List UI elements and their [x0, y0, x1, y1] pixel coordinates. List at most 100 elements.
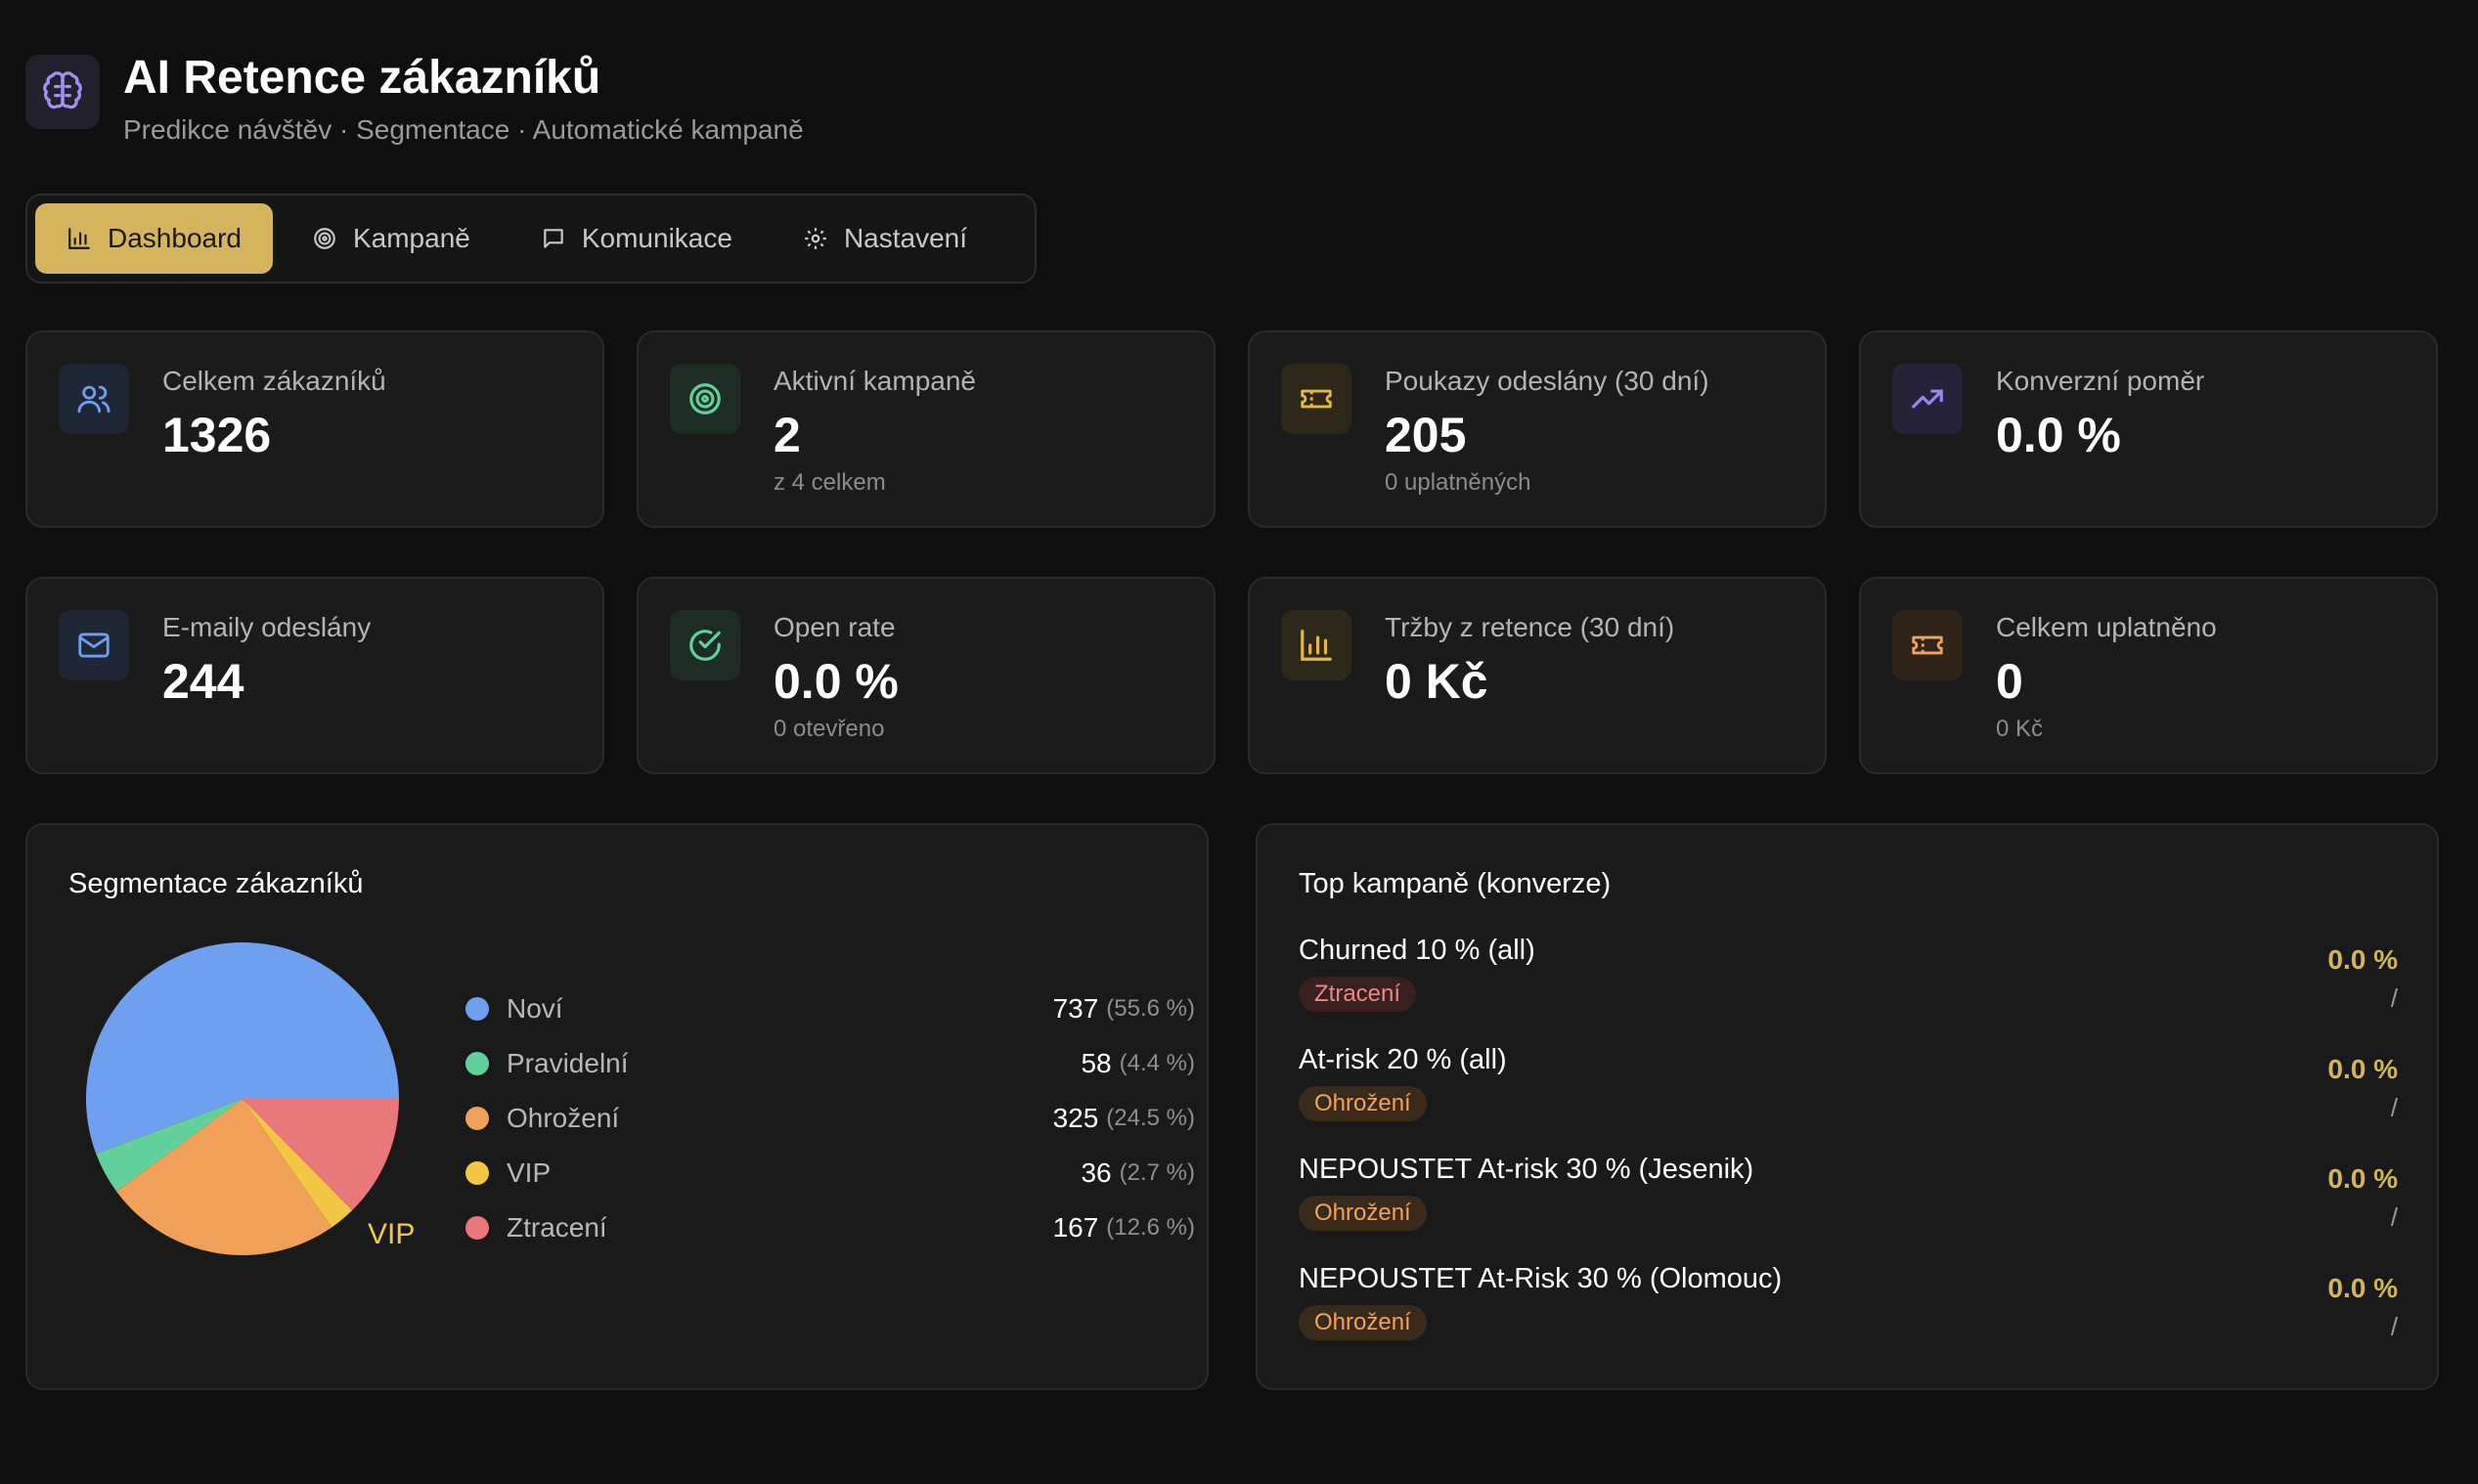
legend-percent: (55.6 %): [1106, 995, 1195, 1022]
stat-card-conversion: Konverzní poměr 0.0 %: [1859, 330, 2438, 528]
campaign-rate: 0.0 %: [2327, 1054, 2398, 1084]
app-header: AI Retence zákazníků Predikce návštěv · …: [25, 51, 804, 147]
legend-count: 325: [1052, 1103, 1099, 1133]
legend-count: 36: [1081, 1157, 1112, 1188]
legend-item: Noví 737 (55.6 %): [465, 982, 1195, 1036]
legend-percent: (2.7 %): [1119, 1159, 1195, 1186]
tab-nastaveni[interactable]: Nastavení: [772, 203, 998, 274]
tab-kampane-label: Kampaně: [352, 223, 470, 253]
segment-badge: Ohrožení: [1299, 1305, 1427, 1340]
stat-value: 0.0 %: [1996, 408, 2121, 462]
gear-icon: [805, 228, 826, 249]
stat-value: 2: [774, 408, 801, 462]
ticket-icon: [1281, 364, 1351, 434]
bar-chart-icon: [1281, 610, 1351, 680]
stat-value: 0 Kč: [1385, 654, 1488, 709]
campaign-rate: 0.0 %: [2327, 1273, 2398, 1303]
stat-sub: 0 Kč: [1996, 716, 2044, 742]
stat-value: 0: [1996, 654, 2023, 709]
campaign-rate: 0.0 %: [2327, 1163, 2398, 1194]
stat-label: Celkem uplatněno: [1996, 612, 2217, 642]
legend-dot: [465, 997, 489, 1021]
legend-dot: [465, 1161, 489, 1185]
tab-bar: Dashboard Kampaně Komunikace Nastavení: [25, 194, 1037, 284]
ticket-icon: [1892, 610, 1963, 680]
tab-dashboard-label: Dashboard: [108, 223, 242, 253]
stat-label: Celkem zákazníků: [162, 366, 386, 396]
message-icon: [544, 229, 563, 248]
legend-percent: (12.6 %): [1106, 1214, 1195, 1241]
legend-label: Ztracení: [507, 1212, 607, 1243]
stat-card-customers: Celkem zákazníků 1326: [25, 330, 604, 528]
campaign-row[interactable]: Churned 10 % (all) Ztracení 0.0 % /: [1299, 935, 2398, 1044]
campaign-ratio: /: [2390, 1202, 2398, 1232]
legend-item: Pravidelní 58 (4.4 %): [465, 1036, 1195, 1091]
legend-count: 737: [1052, 993, 1099, 1024]
segment-badge: Ztracení: [1299, 977, 1417, 1012]
legend-label: Pravidelní: [507, 1048, 629, 1078]
panel-title: Top kampaně (konverze): [1299, 868, 1612, 899]
tab-nastaveni-label: Nastavení: [843, 223, 968, 253]
mail-icon: [59, 610, 129, 680]
stat-value: 205: [1385, 408, 1467, 462]
campaign-ratio: /: [2390, 1312, 2398, 1341]
legend-dot: [465, 1216, 489, 1240]
page-subtitle: Predikce návštěv · Segmentace · Automati…: [123, 114, 804, 145]
campaign-row[interactable]: NEPOUSTET At-Risk 30 % (Olomouc) Ohrožen…: [1299, 1263, 2398, 1373]
campaign-name: At-risk 20 % (all): [1299, 1044, 1507, 1075]
campaign-ratio: /: [2390, 1093, 2398, 1122]
page-title: AI Retence zákazníků: [123, 52, 601, 104]
tab-dashboard[interactable]: Dashboard: [35, 203, 273, 274]
stat-label: Poukazy odeslány (30 dní): [1385, 366, 1709, 396]
stat-value: 0.0 %: [774, 654, 899, 709]
campaign-ratio: /: [2390, 983, 2398, 1013]
bar-chart-icon: [68, 228, 90, 249]
legend-dot: [465, 1052, 489, 1075]
check-circle-icon: [670, 610, 740, 680]
panel-title: Segmentace zákazníků: [68, 868, 364, 899]
legend-count: 167: [1052, 1212, 1099, 1243]
stat-value: 1326: [162, 408, 272, 462]
stat-sub: 0 otevřeno: [774, 716, 885, 742]
users-icon: [59, 364, 129, 434]
campaign-row[interactable]: NEPOUSTET At-risk 30 % (Jesenik) Ohrožen…: [1299, 1154, 2398, 1263]
campaign-name: Churned 10 % (all): [1299, 935, 1535, 966]
stat-label: Open rate: [774, 612, 896, 642]
legend-percent: (24.5 %): [1106, 1105, 1195, 1131]
legend-item: Ohrožení 325 (24.5 %): [465, 1091, 1195, 1146]
tab-kampane[interactable]: Kampaně: [281, 203, 502, 274]
campaign-name: NEPOUSTET At-Risk 30 % (Olomouc): [1299, 1263, 1783, 1294]
stat-label: Tržby z retence (30 dní): [1385, 612, 1675, 642]
stat-card-vouchers: Poukazy odeslány (30 dní) 205 0 uplatněn…: [1248, 330, 1827, 528]
campaign-rate: 0.0 %: [2327, 944, 2398, 975]
segment-legend: Noví 737 (55.6 %) Pravidelní 58 (4.4 %) Ohrože…: [465, 982, 1195, 1255]
stat-label: E-maily odeslány: [162, 612, 372, 642]
target-icon: [314, 228, 335, 249]
segmentation-panel: Segmentace zákazníků VIP Noví 737 (55.6 %)…: [25, 823, 1209, 1390]
pie-chart: VIP: [86, 942, 415, 1255]
brain-icon: [25, 55, 100, 129]
stat-label: Aktivní kampaně: [774, 366, 976, 396]
campaign-row[interactable]: At-risk 20 % (all) Ohrožení 0.0 % /: [1299, 1044, 2398, 1154]
legend-label: VIP: [507, 1157, 552, 1188]
campaign-name: NEPOUSTET At-risk 30 % (Jesenik): [1299, 1154, 1754, 1185]
stat-sub: z 4 celkem: [774, 469, 886, 496]
stat-card-revenue: Tržby z retence (30 dní) 0 Kč: [1248, 577, 1827, 774]
stat-sub: 0 uplatněných: [1385, 469, 1531, 496]
stat-card-active-campaigns: Aktivní kampaně 2 z 4 celkem: [637, 330, 1216, 528]
target-icon: [670, 364, 740, 434]
segment-badge: Ohrožení: [1299, 1086, 1427, 1121]
legend-count: 58: [1081, 1048, 1112, 1078]
stat-label: Konverzní poměr: [1996, 366, 2205, 396]
stat-card-emails: E-maily odeslány 244: [25, 577, 604, 774]
legend-item: VIP 36 (2.7 %): [465, 1146, 1195, 1200]
stat-value: 244: [162, 654, 244, 709]
stat-card-redeemed: Celkem uplatněno 0 0 Kč: [1859, 577, 2438, 774]
stat-card-open-rate: Open rate 0.0 % 0 otevřeno: [637, 577, 1216, 774]
legend-label: Ohrožení: [507, 1103, 620, 1133]
top-campaigns-panel: Top kampaně (konverze) Churned 10 % (all…: [1256, 823, 2439, 1390]
legend-dot: [465, 1107, 489, 1130]
legend-label: Noví: [507, 993, 563, 1024]
tab-komunikace[interactable]: Komunikace: [509, 203, 764, 274]
pie-label-vip: VIP: [368, 1218, 415, 1250]
